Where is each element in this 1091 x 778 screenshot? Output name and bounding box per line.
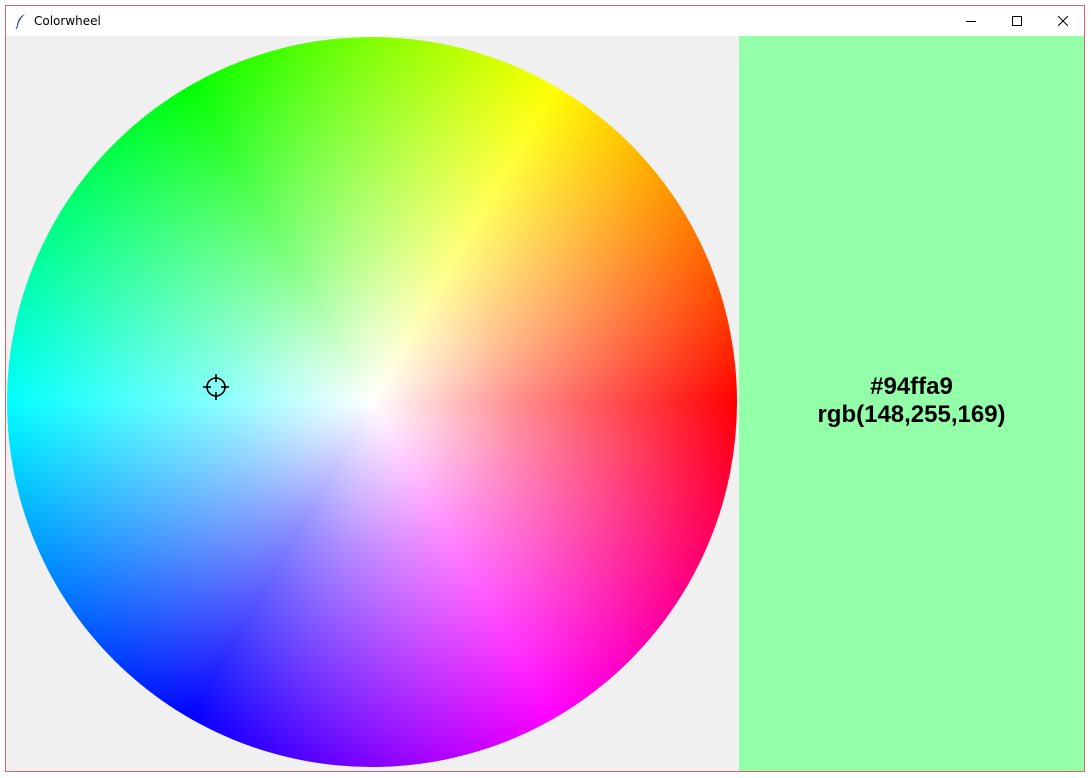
- main-content: #94ffa9 rgb(148,255,169): [6, 36, 1084, 771]
- maximize-button[interactable]: [994, 6, 1040, 36]
- hex-value: #94ffa9: [870, 372, 953, 400]
- title-bar[interactable]: Colorwheel: [6, 6, 1084, 36]
- window-title: Colorwheel: [34, 14, 101, 28]
- maximize-icon: [1012, 16, 1022, 26]
- close-button[interactable]: [1040, 6, 1084, 36]
- close-icon: [1058, 16, 1068, 26]
- feather-icon: [15, 14, 25, 29]
- color-preview-panel: #94ffa9 rgb(148,255,169): [739, 36, 1084, 771]
- app-window: Colorwheel #94ffa9 rgb(148,255,169): [5, 5, 1085, 772]
- color-wheel[interactable]: [7, 37, 737, 767]
- color-value-labels: #94ffa9 rgb(148,255,169): [817, 373, 1005, 429]
- rgb-value: rgb(148,255,169): [817, 400, 1006, 428]
- minimize-icon: [966, 21, 976, 22]
- minimize-button[interactable]: [948, 6, 994, 36]
- crosshair-icon[interactable]: [201, 372, 231, 402]
